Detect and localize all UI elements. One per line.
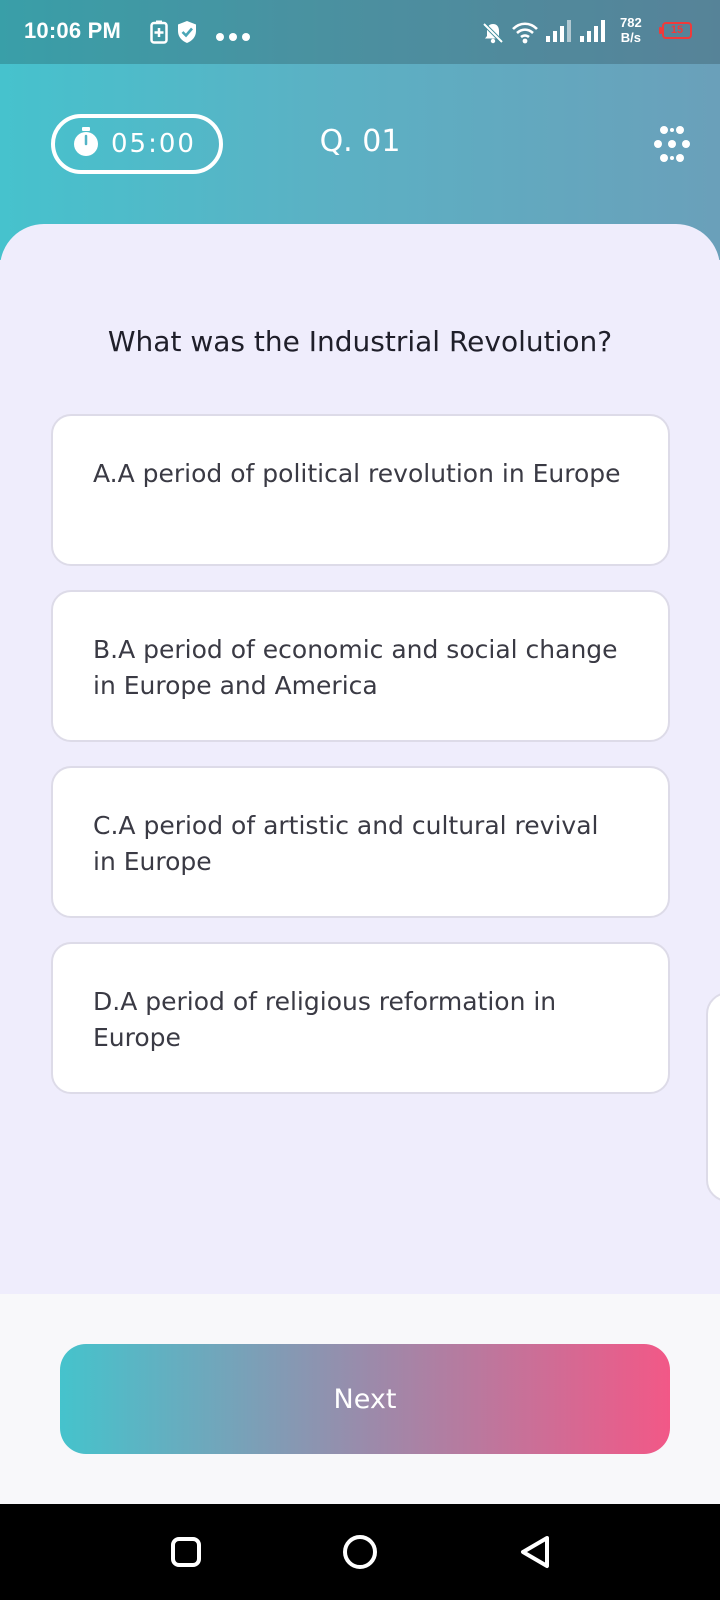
network-speed-value: 782 [620, 15, 642, 30]
system-nav-bar [0, 1504, 720, 1600]
question-card [0, 224, 720, 1294]
option-label: A.A period of political revolution in Eu… [93, 459, 621, 488]
home-circle-icon[interactable] [342, 1534, 378, 1574]
grid-dots-icon[interactable] [654, 126, 690, 166]
question-number: Q. 01 [319, 124, 401, 159]
shield-check-icon [176, 20, 198, 48]
battery-icon: 15 [659, 22, 692, 39]
status-time: 10:06 PM [24, 18, 121, 43]
battery-saver-icon [150, 20, 168, 48]
status-bar: 10:06 PM 782 B/s 15 [0, 0, 720, 64]
battery-level: 15 [670, 24, 684, 36]
signal-icon [546, 20, 572, 48]
option-d[interactable]: D.A period of religious reformation in E… [51, 942, 670, 1094]
side-drawer-tab[interactable] [706, 992, 720, 1202]
option-label: D.A period of religious reformation in E… [93, 987, 557, 1052]
option-c[interactable]: C.A period of artistic and cultural revi… [51, 766, 670, 918]
wifi-icon [512, 22, 538, 48]
option-label: B.A period of economic and social change… [93, 635, 618, 700]
question-text: What was the Industrial Revolution? [107, 325, 613, 358]
recents-square-icon[interactable] [170, 1536, 202, 1572]
network-speed-unit: B/s [620, 30, 641, 45]
next-button[interactable]: Next [60, 1344, 670, 1454]
option-b[interactable]: B.A period of economic and social change… [51, 590, 670, 742]
option-label: C.A period of artistic and cultural revi… [93, 811, 599, 876]
next-button-label: Next [333, 1383, 397, 1415]
signal-icon [580, 20, 606, 48]
more-dots-icon [216, 26, 255, 45]
bell-off-icon [482, 22, 504, 48]
network-speed: 782 B/s [620, 15, 642, 45]
back-triangle-icon[interactable] [518, 1534, 552, 1574]
option-a[interactable]: A.A period of political revolution in Eu… [51, 414, 670, 566]
